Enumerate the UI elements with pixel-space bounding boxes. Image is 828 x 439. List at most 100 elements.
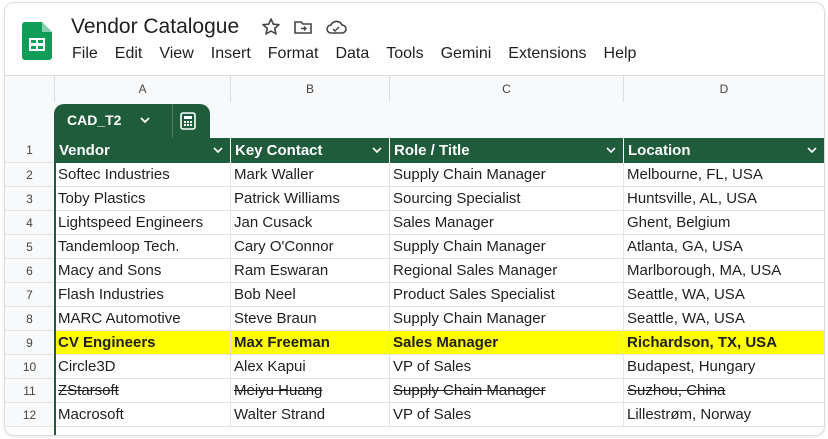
move-to-folder-icon[interactable] — [293, 17, 313, 37]
app-window: Vendor Catalogue File Edit View Insert F… — [4, 2, 825, 436]
row-number[interactable]: 10 — [5, 355, 54, 379]
menu-view[interactable]: View — [159, 45, 193, 63]
cell-key-contact[interactable]: Jan Cusack — [231, 211, 390, 235]
cell-location[interactable]: Marlborough, MA, USA — [624, 259, 824, 283]
cell-location[interactable]: Suzhou, China — [624, 379, 824, 403]
column-header-a[interactable]: A — [55, 76, 231, 102]
cell-vendor[interactable]: CV Engineers — [55, 331, 231, 355]
column-header-d[interactable]: D — [624, 76, 824, 102]
cell-role[interactable]: Supply Chain Manager — [390, 307, 624, 331]
cell-vendor[interactable]: Macrosoft — [55, 403, 231, 427]
header-cell-key-contact[interactable]: Key Contact — [231, 138, 390, 163]
menu-insert[interactable]: Insert — [211, 45, 251, 63]
table-row: Flash Industries Bob Neel Product Sales … — [55, 283, 824, 307]
row-number[interactable]: 11 — [5, 379, 54, 403]
menu-gemini[interactable]: Gemini — [441, 45, 492, 63]
select-all-corner[interactable] — [5, 76, 55, 102]
table-row: MARC Automotive Steve Braun Supply Chain… — [55, 307, 824, 331]
table-row-highlighted: CV Engineers Max Freeman Sales Manager R… — [55, 331, 824, 355]
menu-file[interactable]: File — [72, 45, 98, 63]
cell-location[interactable]: Huntsville, AL, USA — [624, 187, 824, 211]
cell-location[interactable]: Seattle, WA, USA — [624, 283, 824, 307]
column-header-b[interactable]: B — [231, 76, 390, 102]
menu-tools[interactable]: Tools — [386, 45, 423, 63]
menu-format[interactable]: Format — [268, 45, 319, 63]
cell-role[interactable]: VP of Sales — [390, 355, 624, 379]
cell-vendor[interactable]: MARC Automotive — [55, 307, 231, 331]
cell-vendor[interactable]: Toby Plastics — [55, 187, 231, 211]
table-calculator-icon[interactable] — [178, 111, 198, 131]
top-bar: Vendor Catalogue File Edit View Insert F… — [5, 3, 824, 75]
header-label: Role / Title — [394, 142, 470, 159]
column-header-c[interactable]: C — [390, 76, 624, 102]
table-row: Toby Plastics Patrick Williams Sourcing … — [55, 187, 824, 211]
menu-extensions[interactable]: Extensions — [508, 45, 586, 63]
cell-key-contact[interactable]: Patrick Williams — [231, 187, 390, 211]
cell-vendor[interactable]: Circle3D — [55, 355, 231, 379]
table-row: Softec Industries Mark Waller Supply Cha… — [55, 163, 824, 187]
cell-role[interactable]: Sales Manager — [390, 331, 624, 355]
cell-location[interactable]: Melbourne, FL, USA — [624, 163, 824, 187]
chevron-down-icon[interactable] — [806, 144, 818, 156]
sheets-logo-icon[interactable] — [22, 22, 52, 60]
cell-role[interactable]: Supply Chain Manager — [390, 379, 624, 403]
cell-location[interactable]: Seattle, WA, USA — [624, 307, 824, 331]
cell-vendor[interactable]: Lightspeed Engineers — [55, 211, 231, 235]
cell-location[interactable]: Atlanta, GA, USA — [624, 235, 824, 259]
cell-vendor[interactable]: Macy and Sons — [55, 259, 231, 283]
header-cell-location[interactable]: Location — [624, 138, 824, 163]
row-number[interactable]: 3 — [5, 187, 54, 211]
cell-vendor[interactable]: Softec Industries — [55, 163, 231, 187]
cell-vendor[interactable]: Flash Industries — [55, 283, 231, 307]
cloud-status-icon[interactable] — [325, 17, 347, 37]
cell-location[interactable]: Richardson, TX, USA — [624, 331, 824, 355]
cell-location[interactable]: Ghent, Belgium — [624, 211, 824, 235]
menu-help[interactable]: Help — [604, 45, 637, 63]
cell-key-contact[interactable]: Cary O'Connor — [231, 235, 390, 259]
cell-vendor[interactable]: Tandemloop Tech. — [55, 235, 231, 259]
header-cell-vendor[interactable]: Vendor — [55, 138, 231, 163]
table-row: Macy and Sons Ram Eswaran Regional Sales… — [55, 259, 824, 283]
row-number[interactable]: 6 — [5, 259, 54, 283]
cell-role[interactable]: Regional Sales Manager — [390, 259, 624, 283]
cell-role[interactable]: Sales Manager — [390, 211, 624, 235]
table-row: Circle3D Alex Kapui VP of Sales Budapest… — [55, 355, 824, 379]
row-number[interactable]: 8 — [5, 307, 54, 331]
cell-role[interactable]: Product Sales Specialist — [390, 283, 624, 307]
cell-location[interactable]: Lillestrøm, Norway — [624, 403, 824, 427]
table-name[interactable]: CAD_T2 — [67, 112, 121, 128]
cell-role[interactable]: VP of Sales — [390, 403, 624, 427]
document-title[interactable]: Vendor Catalogue — [71, 15, 239, 39]
chevron-down-icon[interactable] — [371, 144, 383, 156]
chevron-down-icon[interactable] — [138, 113, 152, 127]
table-name-tab[interactable]: CAD_T2 — [54, 104, 210, 138]
table-row: Lightspeed Engineers Jan Cusack Sales Ma… — [55, 211, 824, 235]
cell-key-contact[interactable]: Alex Kapui — [231, 355, 390, 379]
row-number[interactable]: 4 — [5, 211, 54, 235]
row-number[interactable]: 1 — [5, 138, 54, 163]
row-number[interactable]: 5 — [5, 235, 54, 259]
cell-key-contact[interactable]: Ram Eswaran — [231, 259, 390, 283]
chevron-down-icon[interactable] — [212, 144, 224, 156]
menu-edit[interactable]: Edit — [115, 45, 143, 63]
cell-role[interactable]: Sourcing Specialist — [390, 187, 624, 211]
row-number[interactable]: 7 — [5, 283, 54, 307]
cell-role[interactable]: Supply Chain Manager — [390, 235, 624, 259]
cell-key-contact[interactable]: Meiyu Huang — [231, 379, 390, 403]
cell-vendor[interactable]: ZStarsoft — [55, 379, 231, 403]
cell-location[interactable]: Budapest, Hungary — [624, 355, 824, 379]
cell-key-contact[interactable]: Max Freeman — [231, 331, 390, 355]
chevron-down-icon[interactable] — [605, 144, 617, 156]
cell-key-contact[interactable]: Walter Strand — [231, 403, 390, 427]
row-number[interactable]: 2 — [5, 163, 54, 187]
row-number[interactable]: 12 — [5, 403, 54, 427]
cell-role[interactable]: Supply Chain Manager — [390, 163, 624, 187]
row-number[interactable]: 9 — [5, 331, 54, 355]
menu-data[interactable]: Data — [335, 45, 369, 63]
table-header-row: Vendor Key Contact Role / Title Location — [55, 138, 824, 163]
cell-key-contact[interactable]: Mark Waller — [231, 163, 390, 187]
header-cell-role[interactable]: Role / Title — [390, 138, 624, 163]
cell-key-contact[interactable]: Steve Braun — [231, 307, 390, 331]
star-icon[interactable] — [261, 17, 281, 37]
cell-key-contact[interactable]: Bob Neel — [231, 283, 390, 307]
